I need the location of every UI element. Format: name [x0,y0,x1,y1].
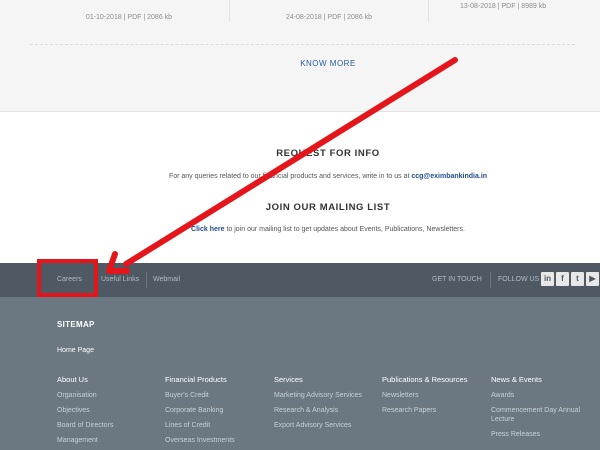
annotation-arrow [106,57,458,274]
arrow-shaft [123,57,458,267]
